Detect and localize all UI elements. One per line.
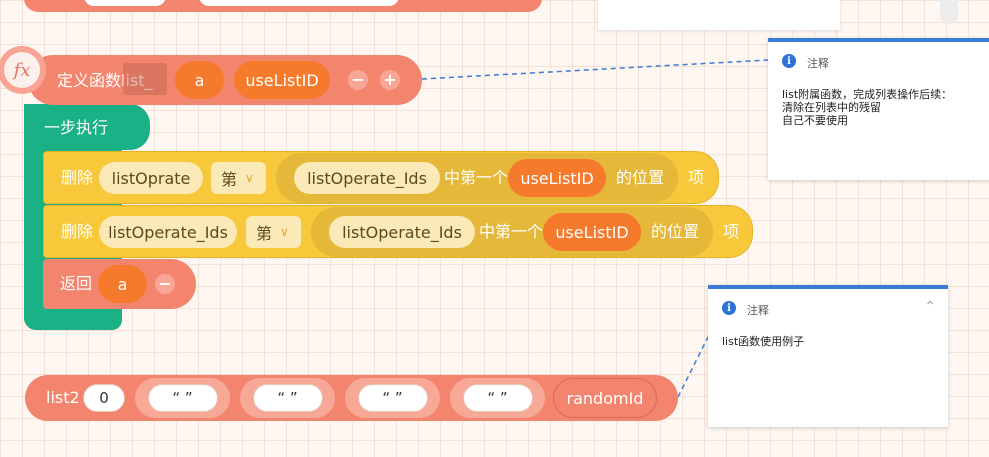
ordinal-dropdown-2[interactable]: 第 ∨ <box>246 216 301 248</box>
add-param-button[interactable]: + <box>380 70 400 90</box>
connector-line-1 <box>421 59 769 80</box>
comment-note-1-body[interactable]: list附属函数，完成列表操作后续： 清除在列表中的残留 自己不要使用 <box>782 88 952 127</box>
define-function-block[interactable]: 定义函数list_ a useListID − + <box>28 55 422 105</box>
inner-list-2[interactable]: listOperate_Ids <box>329 216 475 248</box>
value-use-list-id-1[interactable]: useListID <box>508 159 606 197</box>
comment-note-1-header[interactable]: i 注释 <box>768 38 989 80</box>
function-icon: fx <box>0 46 46 94</box>
param-a[interactable]: a <box>175 61 224 99</box>
info-icon: i <box>782 54 796 68</box>
chevron-down-icon: ∨ <box>280 225 289 239</box>
comment-note-1[interactable]: i 注释 list附属函数，完成列表操作后续： 清除在列表中的残留 自己不要使用 <box>768 38 989 180</box>
comment-note-2-title: 注释 <box>747 304 769 317</box>
position-label-2: 的位置 <box>651 222 700 241</box>
function-icon-inner: fx <box>4 52 40 88</box>
list2-block[interactable]: list2 0 “ ” “ ” “ ” “ ” randomId <box>25 375 678 421</box>
index-of-block-1[interactable]: listOperate_Ids 中第一个 useListID 的位置 <box>276 153 678 203</box>
delete-item-block-2[interactable]: 删除 listOperate_Ids 第 ∨ listOperate_Ids 中第… <box>43 205 753 258</box>
list2-number-input[interactable]: 0 <box>83 384 125 412</box>
collapse-chevron-up-icon[interactable]: ⌃ <box>924 299 936 315</box>
return-block[interactable]: 返回 a − <box>43 259 196 309</box>
chevron-down-icon: ∨ <box>245 171 254 185</box>
list2-text-input-4[interactable]: “ ” <box>462 384 533 412</box>
list2-text-input-3[interactable]: “ ” <box>357 384 428 412</box>
item-label-1: 项 <box>688 168 705 187</box>
item-label-2: 项 <box>723 222 740 241</box>
comment-note-2-body[interactable]: list函数使用例子 <box>722 335 804 348</box>
delete-label-1: 删除 <box>61 168 94 187</box>
list2-text-input-2[interactable]: “ ” <box>252 384 323 412</box>
param-use-list-id[interactable]: useListID <box>234 61 330 99</box>
ordinal-label-2: 第 <box>256 224 273 243</box>
list2-random-id[interactable]: randomId <box>553 378 657 418</box>
list2-text-slot-1[interactable]: “ ” <box>135 378 230 418</box>
return-value-a[interactable]: a <box>98 265 147 303</box>
remove-param-button[interactable]: − <box>348 70 368 90</box>
value-use-list-id-2[interactable]: useListID <box>543 213 641 251</box>
comment-note-2[interactable]: i 注释 ⌃ list函数使用例子 <box>708 285 948 427</box>
inner-list-1[interactable]: listOperate_Ids <box>294 162 440 194</box>
delete-label-2: 删除 <box>61 222 94 241</box>
list2-label: list2 <box>46 388 80 407</box>
list2-text-slot-3[interactable]: “ ” <box>345 378 440 418</box>
first-of-label-2: 中第一个 <box>479 222 544 241</box>
list2-text-slot-4[interactable]: “ ” <box>450 378 545 418</box>
fx-glyph: fx <box>13 59 31 81</box>
sequence-label: 一步执行 <box>44 118 109 137</box>
name-slot-highlight <box>123 63 167 95</box>
delete-item-block-1[interactable]: 删除 listOprate 第 ∨ listOperate_Ids 中第一个 us… <box>43 151 719 204</box>
list-name-2[interactable]: listOperate_Ids <box>99 216 237 248</box>
comment-note-1-title: 注释 <box>807 57 829 70</box>
connector-line-2 <box>677 336 709 398</box>
list2-text-slot-2[interactable]: “ ” <box>240 378 335 418</box>
ordinal-label-1: 第 <box>221 170 238 189</box>
first-of-label-1: 中第一个 <box>444 168 509 187</box>
ordinal-dropdown-1[interactable]: 第 ∨ <box>211 162 266 194</box>
comment-note-2-header[interactable]: i 注释 ⌃ <box>708 285 948 327</box>
return-label: 返回 <box>60 274 93 293</box>
list-name-1[interactable]: listOprate <box>99 162 203 194</box>
index-of-block-2[interactable]: listOperate_Ids 中第一个 useListID 的位置 <box>311 207 713 257</box>
return-remove-button[interactable]: − <box>155 274 175 294</box>
sequence-block-header[interactable]: 一步执行 <box>24 104 150 150</box>
position-label-1: 的位置 <box>616 168 665 187</box>
list2-text-input-1[interactable]: “ ” <box>147 384 218 412</box>
info-icon: i <box>722 301 736 315</box>
